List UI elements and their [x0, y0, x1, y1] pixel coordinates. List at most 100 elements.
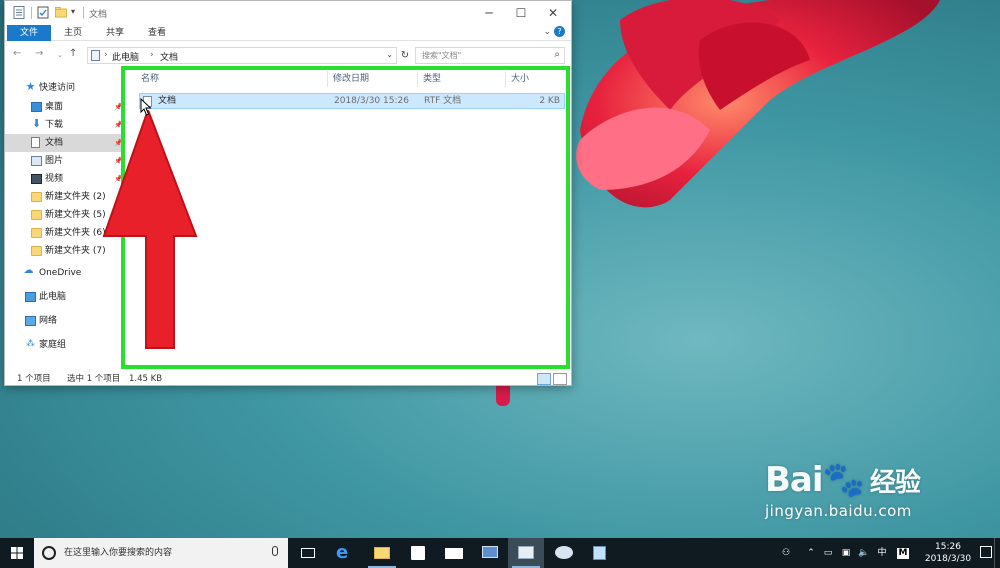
- search-input[interactable]: [416, 48, 536, 63]
- properties-checkbox-icon[interactable]: [37, 6, 49, 19]
- cortana-icon[interactable]: [42, 546, 56, 560]
- wallpaper-flower: [576, 0, 940, 208]
- watermark-url: jingyan.baidu.com: [765, 502, 912, 520]
- windows-start-icon[interactable]: [0, 538, 34, 568]
- file-row[interactable]: 文档 2018/3/30 15:26 RTF 文档 2 KB: [139, 93, 565, 109]
- column-header-modified[interactable]: 修改日期: [333, 69, 369, 89]
- tab-home[interactable]: 主页: [53, 25, 93, 41]
- address-dropdown-icon[interactable]: ⌄: [386, 50, 393, 59]
- new-folder-icon[interactable]: [55, 6, 67, 19]
- active-app-button[interactable]: [508, 538, 544, 568]
- item-count: 1 个项目: [17, 374, 51, 384]
- file-name: 文档: [158, 96, 177, 106]
- expand-ribbon-chevron-icon[interactable]: ⌄: [543, 27, 551, 37]
- task-view-icon: [301, 548, 315, 558]
- sidebar-item-label: 快速访问: [39, 83, 76, 93]
- breadcrumb-documents[interactable]: 文档: [160, 50, 178, 63]
- file-explorer-button[interactable]: [364, 538, 400, 568]
- pin-icon[interactable]: 📌: [114, 134, 123, 152]
- navigation-pane: ★ 快速访问 桌面 📌 ⬇ 下载 📌 文档 📌 图片 📌 视频 📌 新建文件夹 …: [5, 71, 125, 369]
- people-icon[interactable]: ⚇: [776, 538, 796, 568]
- back-arrow-icon[interactable]: ←: [13, 48, 21, 59]
- paint-button[interactable]: [546, 538, 582, 568]
- pin-icon[interactable]: 📌: [114, 116, 123, 134]
- taskbar-search[interactable]: [34, 538, 288, 568]
- pin-icon[interactable]: 📌: [114, 152, 123, 170]
- ime-language-indicator[interactable]: 中: [874, 538, 890, 568]
- star-icon: ★: [25, 80, 36, 93]
- breadcrumb-this-pc[interactable]: 此电脑: [112, 50, 139, 63]
- recent-locations-chevron-icon[interactable]: ⌄: [57, 51, 63, 59]
- search-icon[interactable]: ⌕: [554, 49, 560, 60]
- sidebar-item-onedrive[interactable]: ☁ OneDrive: [5, 264, 125, 282]
- refresh-icon[interactable]: ↻: [399, 47, 411, 64]
- quick-access-dropdown-icon[interactable]: ▾: [71, 7, 75, 16]
- column-divider[interactable]: [417, 71, 418, 87]
- microphone-icon[interactable]: [272, 546, 278, 556]
- address-bar[interactable]: › 此电脑 › 文档 ⌄: [87, 47, 397, 64]
- show-hidden-icons-chevron-icon[interactable]: ⌃: [804, 538, 818, 568]
- sidebar-item-new-folder-2[interactable]: 新建文件夹 (2): [5, 188, 125, 206]
- sidebar-item-new-folder-7[interactable]: 新建文件夹 (7): [5, 242, 125, 260]
- edge-icon: e: [336, 542, 349, 563]
- navigation-bar: ← → ⌄ ↑ › 此电脑 › 文档 ⌄ ↻ ⌕: [5, 43, 571, 67]
- large-icons-view-button[interactable]: [553, 373, 567, 385]
- sidebar-item-videos[interactable]: 视频 📌: [5, 170, 125, 188]
- help-icon[interactable]: ?: [554, 26, 565, 37]
- pin-icon[interactable]: 📌: [114, 170, 123, 188]
- details-view-button[interactable]: [537, 373, 551, 385]
- sidebar-item-new-folder-6[interactable]: 新建文件夹 (6): [5, 224, 125, 242]
- show-desktop-button[interactable]: [994, 538, 1000, 568]
- minimize-button[interactable]: ─: [471, 1, 507, 25]
- sidebar-item-label: 网络: [39, 316, 58, 326]
- file-list[interactable]: 名称 修改日期 类型 大小 文档 2018/3/30 15:26 RTF 文档 …: [131, 69, 571, 369]
- close-button[interactable]: ✕: [535, 1, 571, 25]
- column-divider[interactable]: [505, 71, 506, 87]
- column-header-name[interactable]: 名称: [141, 69, 159, 89]
- column-header-type[interactable]: 类型: [423, 69, 441, 89]
- tab-file[interactable]: 文件: [7, 25, 51, 41]
- sidebar-item-quick-access[interactable]: ★ 快速访问: [5, 79, 125, 97]
- sidebar-item-homegroup[interactable]: ⁂ 家庭组: [5, 336, 125, 354]
- file-modified: 2018/3/30 15:26: [334, 96, 409, 106]
- column-divider[interactable]: [327, 71, 328, 87]
- sidebar-item-this-pc[interactable]: 此电脑: [5, 288, 125, 306]
- store-button[interactable]: [400, 538, 436, 568]
- network-status-icon[interactable]: ▣: [838, 538, 854, 568]
- sidebar-item-new-folder-5[interactable]: 新建文件夹 (5): [5, 206, 125, 224]
- tab-view[interactable]: 查看: [137, 25, 177, 41]
- task-view-button[interactable]: [290, 538, 326, 568]
- sidebar-item-desktop[interactable]: 桌面 📌: [5, 98, 125, 116]
- video-icon: [31, 174, 42, 184]
- sidebar-item-label: 文档: [45, 138, 64, 148]
- homegroup-icon: ⁂: [26, 339, 35, 349]
- pin-icon[interactable]: 📌: [114, 98, 123, 116]
- title-bar[interactable]: ▾ 文档 ─ ☐ ✕: [5, 1, 571, 25]
- notepad-button[interactable]: [582, 538, 618, 568]
- sidebar-item-documents[interactable]: 文档 📌: [5, 134, 125, 152]
- ime-mode-indicator[interactable]: M: [894, 538, 912, 568]
- selected-count: 选中 1 个项目: [67, 374, 121, 384]
- search-box[interactable]: ⌕: [415, 47, 565, 64]
- tab-share[interactable]: 共享: [95, 25, 135, 41]
- desktop-stem-fragment: [496, 386, 510, 406]
- edge-button[interactable]: e: [328, 538, 364, 568]
- column-header-size[interactable]: 大小: [511, 69, 529, 89]
- maximize-button[interactable]: ☐: [503, 1, 539, 25]
- action-center-icon[interactable]: [980, 546, 992, 558]
- forward-arrow-icon[interactable]: →: [35, 48, 43, 59]
- mail-button[interactable]: [436, 538, 472, 568]
- sidebar-item-downloads[interactable]: ⬇ 下载 📌: [5, 116, 125, 134]
- clock[interactable]: 15:26 2018/3/30: [918, 541, 978, 565]
- volume-icon[interactable]: 🔈: [856, 538, 872, 568]
- remote-desktop-button[interactable]: [472, 538, 508, 568]
- taskbar-search-input[interactable]: [64, 546, 264, 560]
- battery-icon[interactable]: ▭: [820, 538, 836, 568]
- sidebar-item-network[interactable]: 网络: [5, 312, 125, 330]
- notepad-icon: [593, 546, 606, 560]
- sidebar-item-pictures[interactable]: 图片 📌: [5, 152, 125, 170]
- address-document-icon: [91, 50, 100, 61]
- watermark-logo: Bai: [765, 460, 824, 500]
- sidebar-item-label: 桌面: [45, 102, 64, 112]
- up-arrow-icon[interactable]: ↑: [69, 48, 77, 59]
